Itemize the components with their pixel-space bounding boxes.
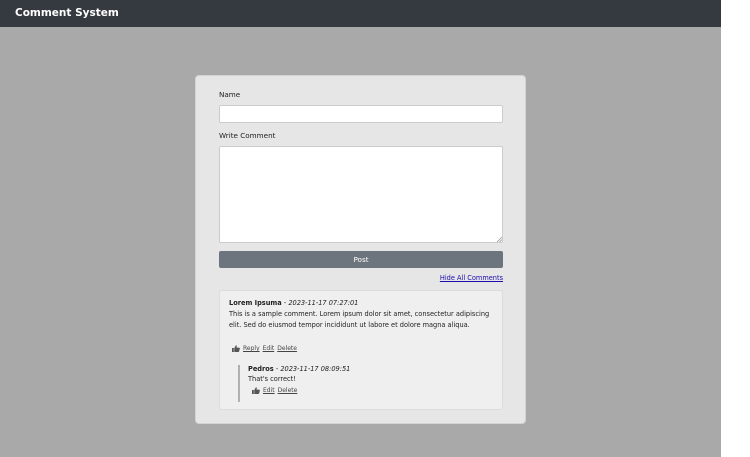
page-scroll-gutter[interactable] (721, 0, 750, 457)
name-label: Name (219, 90, 241, 99)
comment-header: Lorem Ipsuma - 2023-11-17 07:27:01 (229, 299, 358, 307)
hide-all-comments-link[interactable]: Hide All Comments (440, 274, 503, 282)
delete-link[interactable]: Delete (277, 345, 297, 352)
top-navbar: Comment System (0, 0, 721, 27)
edit-link[interactable]: Edit (263, 345, 275, 352)
reply-thread-line (238, 365, 240, 402)
reply-author: Pedros (248, 365, 274, 373)
edit-link[interactable]: Edit (263, 387, 275, 394)
resize-handle-icon[interactable] (496, 236, 502, 242)
thumbs-up-icon[interactable] (232, 345, 240, 352)
comment-thread: Lorem Ipsuma - 2023-11-17 07:27:01 This … (219, 290, 503, 410)
delete-link[interactable]: Delete (278, 387, 298, 394)
reply-header: Pedros - 2023-11-17 08:09:51 (248, 365, 350, 373)
comment-textarea[interactable] (219, 146, 503, 243)
reply-actions: Edit Delete (252, 387, 300, 394)
app-title: Comment System (15, 7, 119, 19)
comment-timestamp: 2023-11-17 07:27:01 (288, 299, 359, 307)
name-input[interactable] (219, 105, 503, 123)
comment-actions: Reply Edit Delete (232, 345, 300, 352)
comment-author: Lorem Ipsuma (229, 299, 282, 307)
thumbs-up-icon[interactable] (252, 387, 260, 394)
comment-card: Name Write Comment Post Hide All Comment… (195, 75, 526, 424)
comment-body: This is a sample comment. Lorem ipsum do… (229, 310, 490, 329)
reply-link[interactable]: Reply (243, 345, 260, 352)
post-button[interactable]: Post (219, 251, 503, 268)
reply-body: That's correct! (248, 375, 296, 383)
reply-timestamp: 2023-11-17 08:09:51 (280, 365, 351, 373)
comment-label: Write Comment (219, 131, 276, 140)
